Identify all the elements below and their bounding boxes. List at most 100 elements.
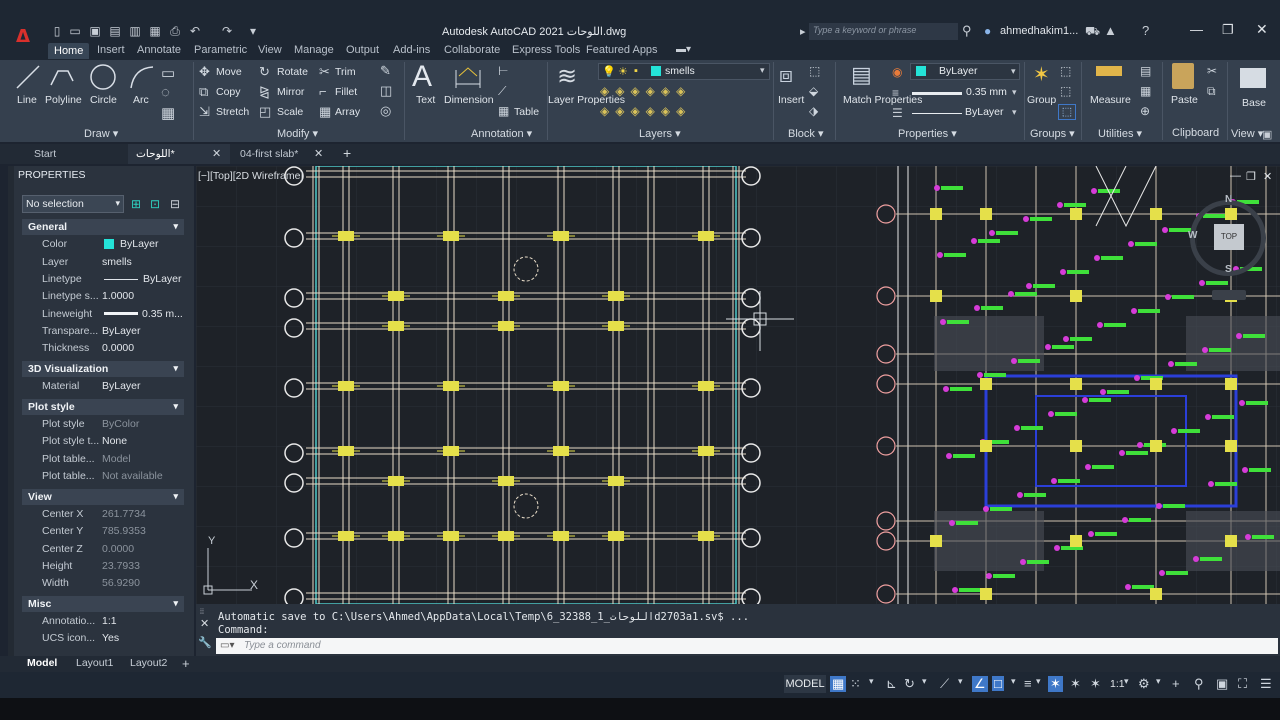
- restore-icon[interactable]: ❐: [1222, 22, 1234, 38]
- text-icon[interactable]: A: [412, 60, 432, 94]
- chevron-down-icon[interactable]: ▾: [1011, 676, 1016, 687]
- model-space-button[interactable]: MODEL: [784, 675, 826, 693]
- table-icon[interactable]: ▦: [498, 104, 509, 118]
- viewport-close-icon[interactable]: ✕: [1263, 170, 1272, 183]
- circle-icon[interactable]: [88, 62, 118, 92]
- help-icon[interactable]: ?: [1142, 23, 1149, 38]
- chevron-down-icon[interactable]: ▾: [1012, 87, 1017, 98]
- tab-home[interactable]: Home: [48, 43, 90, 59]
- workspace-gear-icon[interactable]: ⚙: [1138, 676, 1150, 692]
- polar-icon[interactable]: ↻: [904, 676, 915, 692]
- edit-block-icon[interactable]: ⬙: [809, 84, 818, 98]
- layer-properties-icon[interactable]: ≋: [557, 62, 577, 91]
- auto-scale-icon[interactable]: ✶: [1070, 676, 1081, 692]
- tab-featured-apps[interactable]: Featured Apps: [586, 44, 658, 56]
- mirror-button[interactable]: Mirror: [277, 86, 304, 98]
- arc-icon[interactable]: [128, 63, 156, 91]
- qat-dropdown-icon[interactable]: ▾: [246, 24, 260, 38]
- linetype-icon[interactable]: ☰: [892, 106, 903, 120]
- ribbon-minimize-icon[interactable]: ▣: [1262, 128, 1272, 141]
- layer-lock-icon[interactable]: ▪: [634, 65, 638, 77]
- section-misc[interactable]: Misc ▾: [22, 596, 184, 612]
- quick-properties-icon[interactable]: ▣: [1216, 676, 1228, 692]
- toggle-pickadd-icon[interactable]: ⊞: [131, 197, 141, 211]
- prop-value[interactable]: Yes: [102, 632, 119, 644]
- chevron-down-icon[interactable]: ▾: [958, 676, 963, 687]
- rotate-icon[interactable]: ↻: [259, 64, 270, 80]
- clipboard-group-label[interactable]: Clipboard: [1172, 127, 1219, 139]
- measure-button[interactable]: Measure: [1090, 94, 1131, 106]
- mirror-icon[interactable]: ⧎: [259, 84, 270, 100]
- close-tab-icon[interactable]: ✕: [212, 147, 221, 160]
- chevron-down-icon[interactable]: ▾: [1124, 676, 1129, 687]
- group-button[interactable]: Group: [1027, 94, 1056, 106]
- chevron-right-icon[interactable]: ▸: [800, 25, 806, 38]
- annotation-group-label[interactable]: Annotation ▾: [471, 127, 532, 140]
- drawing-area[interactable]: [196, 166, 1280, 604]
- offset-icon[interactable]: ◎: [380, 103, 391, 119]
- circle-button[interactable]: Circle: [90, 94, 117, 106]
- grid-toggle-icon[interactable]: ▦: [830, 676, 847, 692]
- annotation-visibility-icon[interactable]: ✶: [1048, 676, 1063, 692]
- layer-freeze-icon[interactable]: ☀: [618, 65, 628, 78]
- match-properties-icon[interactable]: ▤: [851, 62, 872, 88]
- tab-express-tools[interactable]: Express Tools: [512, 44, 580, 56]
- units-icon[interactable]: ⚲: [1194, 676, 1204, 692]
- close-icon[interactable]: ✕: [1256, 21, 1268, 38]
- annotation-monitor-icon[interactable]: +: [1172, 676, 1180, 691]
- array-icon[interactable]: ▦: [319, 104, 331, 120]
- calculator-icon[interactable]: ▦: [1140, 84, 1151, 98]
- layout-tab-layout2[interactable]: Layout2: [130, 657, 167, 669]
- doc-tab-start[interactable]: Start: [26, 144, 64, 164]
- open-web-icon[interactable]: ▥: [128, 24, 142, 38]
- stretch-icon[interactable]: ⇲: [199, 104, 210, 120]
- table-button[interactable]: Table: [514, 106, 539, 118]
- lineweight-dropdown[interactable]: 0.35 mm ▾: [910, 86, 1020, 100]
- section-general[interactable]: General ▾: [22, 219, 184, 235]
- new-tab-icon[interactable]: +: [343, 145, 351, 161]
- viewcube-south[interactable]: S: [1225, 264, 1232, 275]
- utilities-group-label[interactable]: Utilities ▾: [1098, 127, 1142, 140]
- base-button[interactable]: Base: [1242, 97, 1266, 109]
- isodraft-icon[interactable]: ⟋: [940, 676, 949, 692]
- close-command-icon[interactable]: ✕: [200, 617, 209, 630]
- chevron-down-icon[interactable]: ▾: [1156, 676, 1161, 687]
- layout-tab-model[interactable]: Model: [27, 657, 57, 669]
- chevron-down-icon[interactable]: ▾: [1011, 66, 1016, 77]
- object-snap-icon[interactable]: □: [992, 676, 1004, 691]
- ortho-icon[interactable]: ⊾: [886, 676, 897, 692]
- prop-value[interactable]: 1.0000: [102, 290, 134, 302]
- section-plot-style[interactable]: Plot style ▾: [22, 399, 184, 415]
- viewcube-north[interactable]: N: [1225, 194, 1232, 205]
- viewcube-west[interactable]: W: [1188, 230, 1197, 241]
- chevron-down-icon[interactable]: ▾: [869, 676, 874, 687]
- save-icon[interactable]: ▣: [88, 24, 102, 38]
- fillet-icon[interactable]: ⌐: [319, 84, 327, 99]
- command-prompt-icon[interactable]: ▭▾: [220, 640, 234, 651]
- customization-icon[interactable]: ☰: [1260, 676, 1272, 692]
- save-web-icon[interactable]: ▦: [148, 24, 162, 38]
- chevron-down-icon[interactable]: ▾: [1036, 676, 1041, 687]
- properties-group-label[interactable]: Properties ▾: [898, 127, 957, 140]
- prop-value[interactable]: ByLayer: [102, 380, 141, 392]
- paste-button[interactable]: Paste: [1171, 94, 1198, 106]
- trim-icon[interactable]: ✂: [319, 64, 330, 80]
- trim-button[interactable]: Trim: [335, 66, 356, 78]
- command-input[interactable]: Type a command: [216, 638, 1278, 654]
- layout-tab-layout1[interactable]: Layout1: [76, 657, 113, 669]
- viewport-minimize-icon[interactable]: —: [1230, 170, 1241, 182]
- chevron-down-icon[interactable]: ▾: [760, 65, 765, 76]
- line-button[interactable]: Line: [17, 94, 37, 106]
- prop-value[interactable]: 0.35 m...: [142, 308, 183, 320]
- insert-block-icon[interactable]: ⧈: [779, 62, 793, 88]
- tab-manage[interactable]: Manage: [294, 44, 334, 56]
- paste-icon[interactable]: [1172, 63, 1194, 89]
- rectangle-icon[interactable]: ▭: [161, 64, 175, 82]
- selection-dropdown[interactable]: No selection ▾: [22, 195, 124, 213]
- viewcube-top[interactable]: TOP: [1214, 224, 1244, 250]
- modify-group-label[interactable]: Modify ▾: [277, 127, 318, 140]
- tab-annotate[interactable]: Annotate: [137, 44, 181, 56]
- select-objects-icon[interactable]: ⊡: [150, 197, 160, 211]
- tab-insert[interactable]: Insert: [97, 44, 125, 56]
- layer-tools-row1-icon[interactable]: ◈◈◈◈◈◈: [600, 84, 691, 98]
